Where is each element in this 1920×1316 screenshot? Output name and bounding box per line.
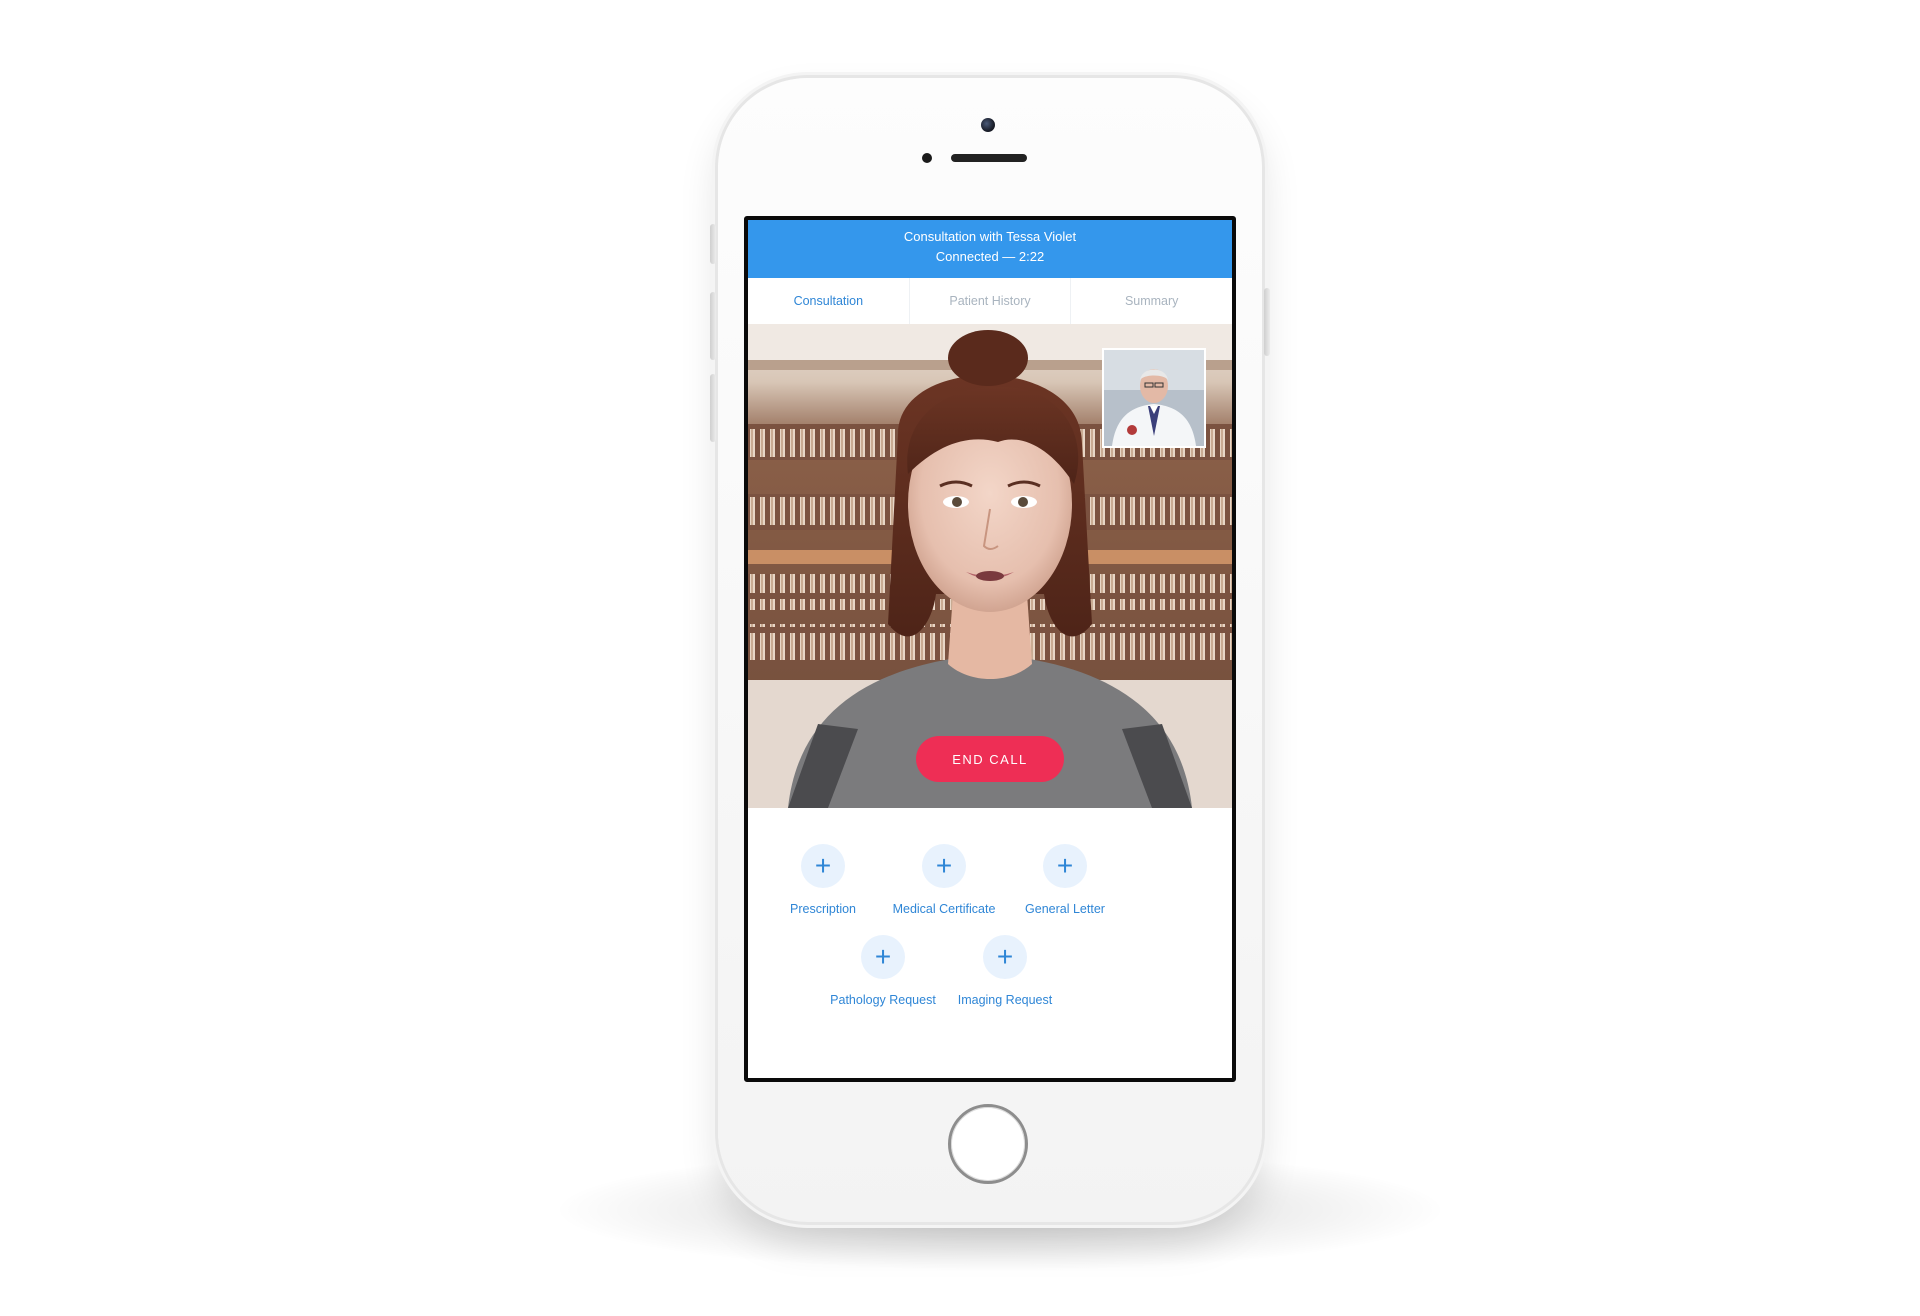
phone-screen: Consultation with Tessa Violet Connected… bbox=[744, 216, 1236, 1082]
volume-up-button bbox=[710, 292, 716, 360]
proximity-sensor bbox=[922, 153, 932, 163]
consultation-actions: + Prescription + Medical Certificate + G… bbox=[748, 808, 1232, 1078]
plus-icon: + bbox=[1043, 844, 1087, 888]
stage: Consultation with Tessa Violet Connected… bbox=[0, 0, 1920, 1316]
home-button[interactable] bbox=[948, 1104, 1028, 1184]
tab-patient-history[interactable]: Patient History bbox=[910, 278, 1072, 324]
patient-video-feed: END CALL bbox=[748, 324, 1232, 808]
power-button bbox=[1264, 288, 1270, 356]
plus-icon: + bbox=[801, 844, 845, 888]
action-imaging-request[interactable]: + Imaging Request bbox=[930, 935, 1080, 1007]
call-header: Consultation with Tessa Violet Connected… bbox=[748, 220, 1232, 278]
tab-summary[interactable]: Summary bbox=[1071, 278, 1232, 324]
action-label: General Letter bbox=[1025, 902, 1105, 916]
consultation-title: Consultation with Tessa Violet bbox=[903, 229, 1077, 244]
app-view: Consultation with Tessa Violet Connected… bbox=[748, 220, 1232, 1078]
tab-consultation[interactable]: Consultation bbox=[748, 278, 910, 324]
earpiece-speaker bbox=[951, 154, 1027, 162]
doctor-video-image bbox=[1104, 350, 1204, 446]
plus-icon: + bbox=[922, 844, 966, 888]
action-label: Imaging Request bbox=[957, 993, 1053, 1007]
plus-icon: + bbox=[861, 935, 905, 979]
action-general-letter[interactable]: + General Letter bbox=[990, 844, 1140, 916]
doctor-self-view[interactable] bbox=[1102, 348, 1206, 448]
mute-switch bbox=[710, 224, 716, 264]
front-camera bbox=[981, 118, 995, 132]
end-call-button[interactable]: END CALL bbox=[916, 736, 1064, 782]
tab-bar: Consultation Patient History Summary bbox=[748, 278, 1232, 325]
plus-icon: + bbox=[983, 935, 1027, 979]
volume-down-button bbox=[710, 374, 716, 442]
phone-device: Consultation with Tessa Violet Connected… bbox=[710, 78, 1270, 1222]
call-status: Connected — 2:22 bbox=[935, 249, 1045, 264]
